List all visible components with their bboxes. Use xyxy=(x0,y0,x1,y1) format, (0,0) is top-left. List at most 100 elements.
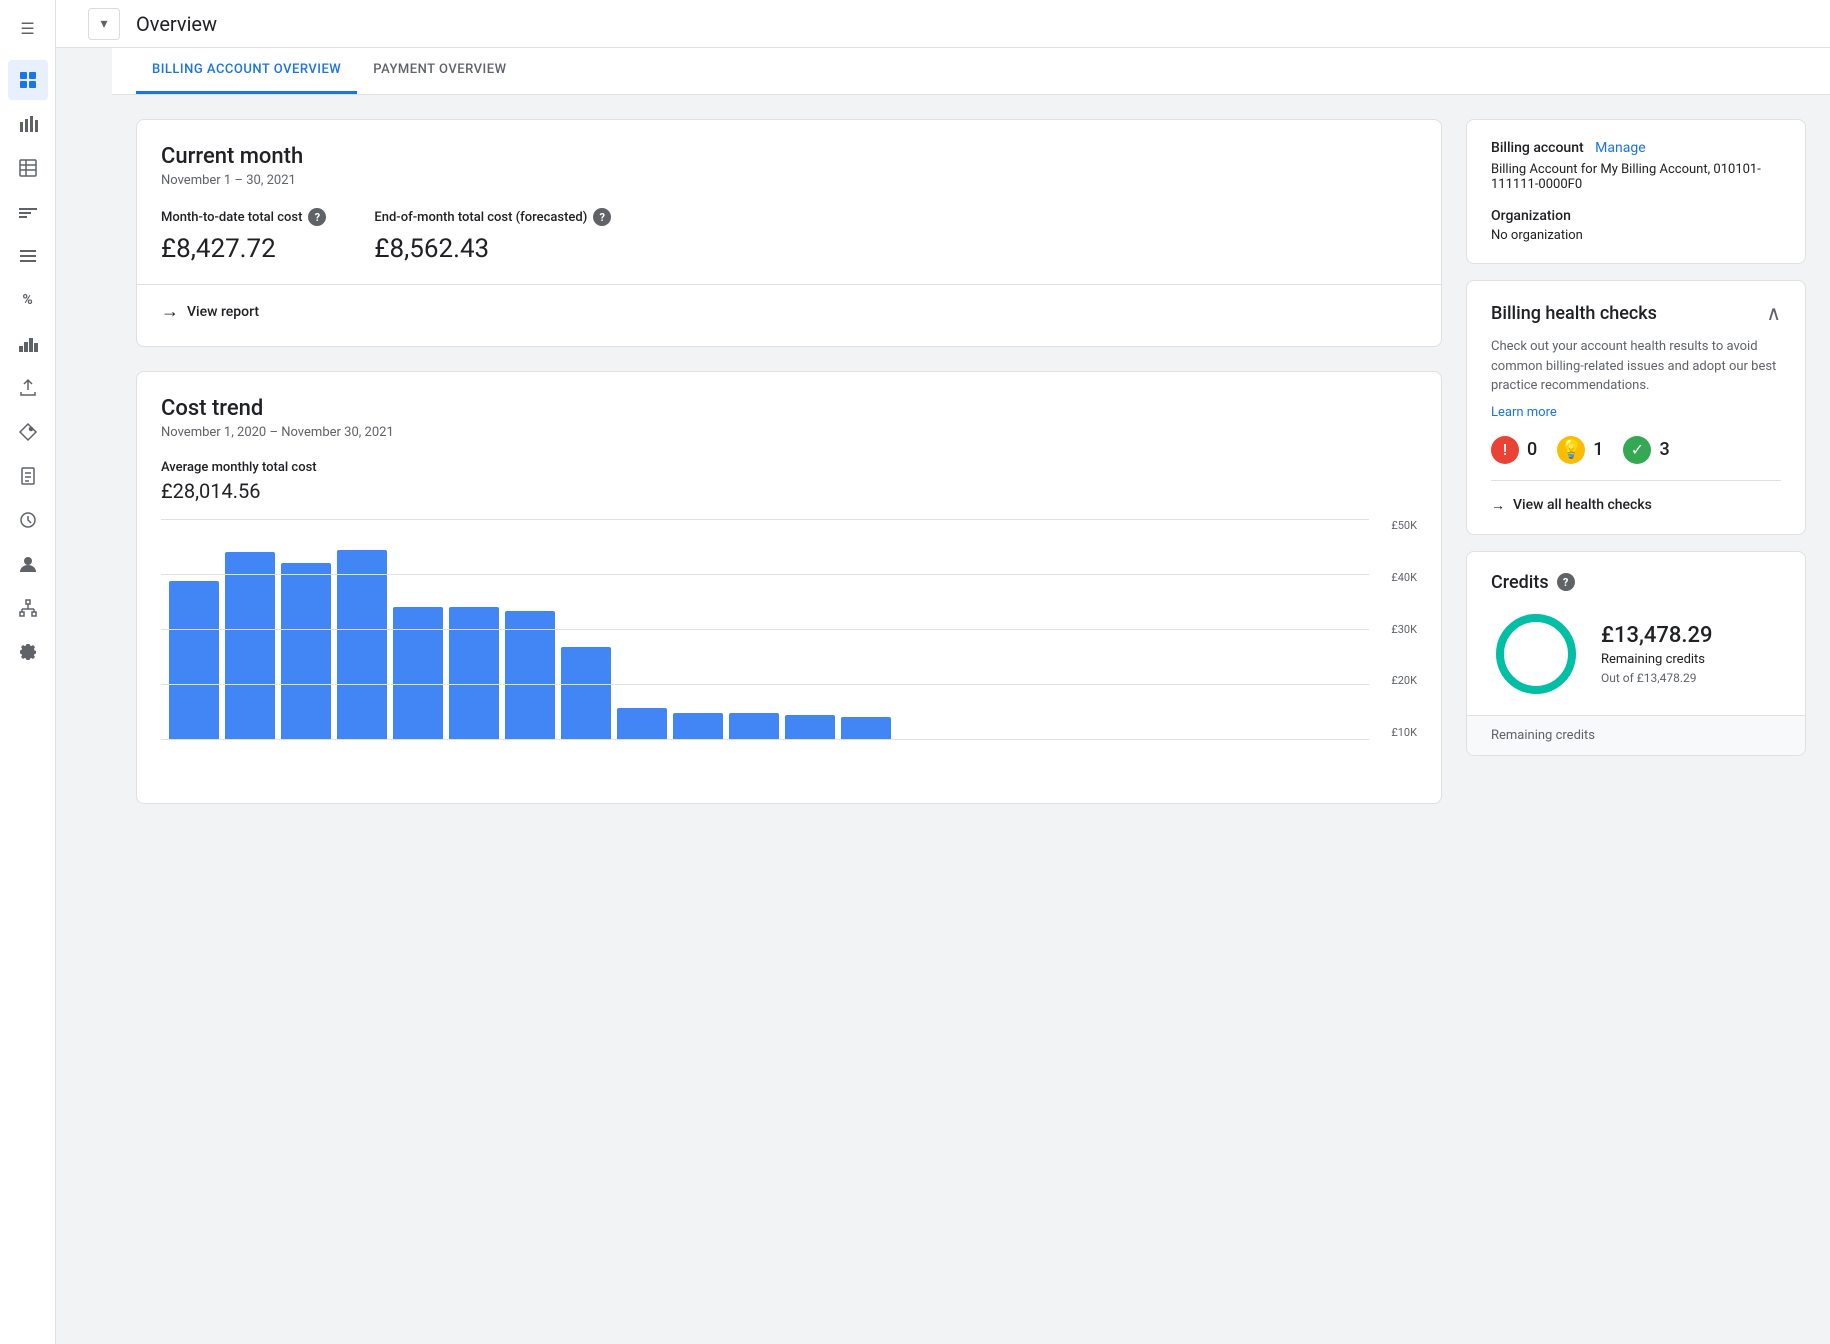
current-month-title: Current month xyxy=(161,144,1417,169)
sidebar-item-budgets[interactable] xyxy=(8,192,48,232)
credits-help-icon[interactable]: ? xyxy=(1557,573,1575,591)
sidebar-item-users[interactable] xyxy=(8,544,48,584)
warning-icon: 💡 xyxy=(1557,436,1585,464)
bar-b4 xyxy=(337,550,387,739)
end-of-month-label: End-of-month total cost (forecasted) ? xyxy=(374,208,611,226)
content-area: Current month November 1 – 30, 2021 Mont… xyxy=(112,95,1830,1344)
error-count: 0 xyxy=(1527,439,1537,460)
bar-chart: £50K £40K £30K £20K £10K xyxy=(161,519,1417,779)
month-to-date-help-icon[interactable]: ? xyxy=(308,208,326,226)
credits-remaining-label: Remaining credits xyxy=(1601,652,1713,667)
manage-link[interactable]: Manage xyxy=(1595,140,1645,156)
sidebar-item-table[interactable] xyxy=(8,148,48,188)
tab-payment-overview[interactable]: Payment Overview xyxy=(357,48,522,94)
end-of-month: End-of-month total cost (forecasted) ? £… xyxy=(374,208,611,264)
avg-label: Average monthly total cost xyxy=(161,460,1417,475)
tab-bar: Billing Account Overview Payment Overvie… xyxy=(112,48,1830,95)
sidebar-item-analytics[interactable] xyxy=(8,324,48,364)
credits-header: Credits ? xyxy=(1491,572,1781,593)
view-all-health-link[interactable]: → View all health checks xyxy=(1491,480,1781,514)
cost-trend-card: Cost trend November 1, 2020 – November 3… xyxy=(136,371,1442,804)
bar-b3 xyxy=(281,563,331,739)
billing-account-row: Billing account Manage xyxy=(1491,140,1781,156)
health-checks-title: Billing health checks xyxy=(1491,303,1657,324)
avg-value: £28,014.56 xyxy=(161,479,1417,503)
y-label-20k: £20K xyxy=(1391,674,1417,687)
health-desc: Check out your account health results to… xyxy=(1491,337,1781,396)
health-stats: ! 0 💡 1 ✓ 3 xyxy=(1491,436,1781,464)
org-label: Organization xyxy=(1491,208,1781,224)
bar-b6 xyxy=(449,607,499,739)
error-icon: ! xyxy=(1491,436,1519,464)
bar-b8 xyxy=(561,647,611,739)
credits-amount: £13,478.29 xyxy=(1601,623,1713,648)
current-month-card: Current month November 1 – 30, 2021 Mont… xyxy=(136,119,1442,347)
org-value: No organization xyxy=(1491,228,1781,243)
arrow-right-icon-health: → xyxy=(1491,497,1505,514)
y-label-10k: £10K xyxy=(1391,726,1417,739)
bar-b9 xyxy=(617,708,667,739)
bar-b7 xyxy=(505,611,555,739)
account-description: Billing Account for My Billing Account, … xyxy=(1491,162,1781,192)
credits-body: £13,478.29 Remaining credits Out of £13,… xyxy=(1491,609,1781,699)
left-column: Current month November 1 – 30, 2021 Mont… xyxy=(136,119,1442,1320)
sidebar-item-percent[interactable]: % xyxy=(8,280,48,320)
cost-trend-subtitle: November 1, 2020 – November 30, 2021 xyxy=(161,425,1417,440)
sidebar-item-export[interactable] xyxy=(8,368,48,408)
view-report-link[interactable]: → View report xyxy=(161,301,1417,322)
health-checks-header: Billing health checks ∧ xyxy=(1491,301,1781,325)
bar-b12 xyxy=(785,715,835,739)
month-to-date-value: £8,427.72 xyxy=(161,234,326,264)
sidebar-item-hierarchy[interactable] xyxy=(8,588,48,628)
sidebar-item-documents[interactable] xyxy=(8,456,48,496)
billing-account-card: Billing account Manage Billing Account f… xyxy=(1466,119,1806,264)
sidebar-item-settings[interactable] xyxy=(8,632,48,672)
y-label-50k: £50K xyxy=(1391,519,1417,532)
y-axis: £50K £40K £30K £20K £10K xyxy=(1391,519,1417,739)
learn-more-link[interactable]: Learn more xyxy=(1491,405,1557,420)
sidebar: ☰ xyxy=(0,0,56,1344)
sidebar-menu-icon[interactable]: ☰ xyxy=(8,8,48,48)
right-column: Billing account Manage Billing Account f… xyxy=(1466,119,1806,1320)
sidebar-item-tags[interactable] xyxy=(8,412,48,452)
bar-b2 xyxy=(225,552,275,739)
bar-b10 xyxy=(673,713,723,739)
health-stat-passed: ✓ 3 xyxy=(1623,436,1669,464)
current-month-subtitle: November 1 – 30, 2021 xyxy=(161,173,1417,188)
grid-line-10k xyxy=(161,739,1369,740)
sidebar-item-reports[interactable] xyxy=(8,104,48,144)
y-label-30k: £30K xyxy=(1391,623,1417,636)
health-stat-warnings: 💡 1 xyxy=(1557,436,1603,464)
passed-count: 3 xyxy=(1659,439,1669,460)
end-of-month-help-icon[interactable]: ? xyxy=(593,208,611,226)
bar-b1 xyxy=(169,581,219,739)
y-label-40k: £40K xyxy=(1391,571,1417,584)
credits-footer: Remaining credits xyxy=(1467,715,1805,755)
billing-account-label: Billing account xyxy=(1491,140,1584,156)
bar-b5 xyxy=(393,607,443,739)
health-checks-card: Billing health checks ∧ Check out your a… xyxy=(1466,280,1806,535)
credits-card: Credits ? £13,478.29 Remaining credits O… xyxy=(1466,551,1806,756)
month-to-date: Month-to-date total cost ? £8,427.72 xyxy=(161,208,326,264)
credits-info: £13,478.29 Remaining credits Out of £13,… xyxy=(1601,623,1713,685)
sidebar-item-overview[interactable] xyxy=(8,60,48,100)
credits-of: Out of £13,478.29 xyxy=(1601,671,1713,685)
chevron-up-icon[interactable]: ∧ xyxy=(1766,301,1781,325)
passed-icon: ✓ xyxy=(1623,436,1651,464)
end-of-month-value: £8,562.43 xyxy=(374,234,611,264)
sidebar-item-history[interactable] xyxy=(8,500,48,540)
warning-count: 1 xyxy=(1593,439,1603,460)
cost-trend-title: Cost trend xyxy=(161,396,1417,421)
credits-title: Credits xyxy=(1491,572,1549,593)
main-wrapper: ▾ Overview Billing Account Overview Paym… xyxy=(112,48,1830,1344)
month-to-date-label: Month-to-date total cost ? xyxy=(161,208,326,226)
cost-grid: Month-to-date total cost ? £8,427.72 End… xyxy=(161,208,1417,264)
health-stat-errors: ! 0 xyxy=(1491,436,1537,464)
credits-donut-chart xyxy=(1491,609,1581,699)
bar-b13 xyxy=(841,717,891,739)
bar-chart-inner xyxy=(161,519,1417,739)
bar-b11 xyxy=(729,713,779,739)
sidebar-item-list[interactable] xyxy=(8,236,48,276)
arrow-right-icon: → xyxy=(161,301,179,322)
tab-billing-overview[interactable]: Billing Account Overview xyxy=(136,48,357,94)
